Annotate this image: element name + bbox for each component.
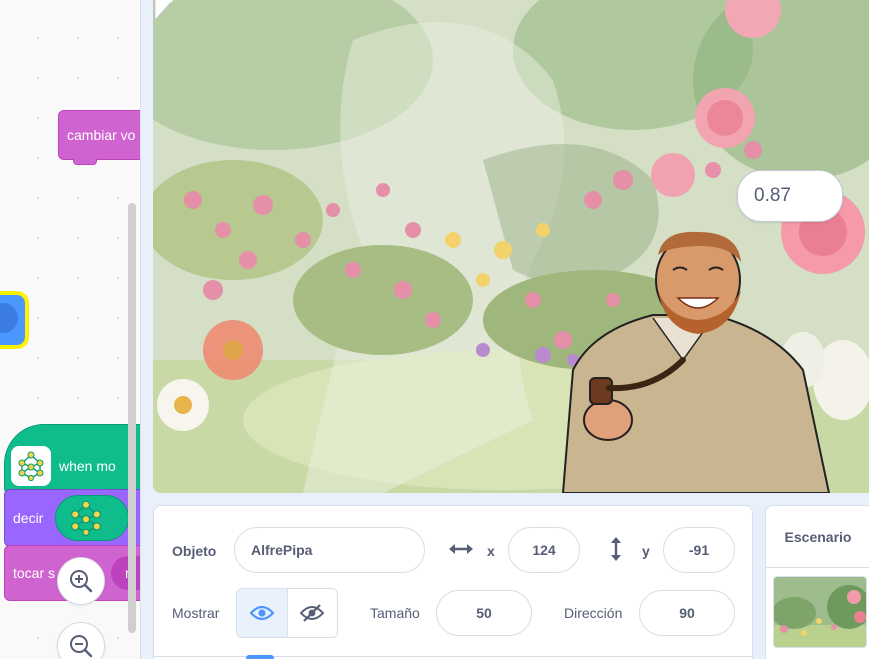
y-value: -91 <box>688 542 710 558</box>
ml-reporter-slot[interactable] <box>55 495 130 541</box>
show-label: Mostrar <box>172 605 220 621</box>
size-label: Tamaño <box>370 605 420 621</box>
pane-divider <box>140 0 153 659</box>
backdrop-thumbnail-image <box>774 577 866 647</box>
vertical-arrows-icon <box>611 537 621 561</box>
hide-sprite-button[interactable] <box>288 589 338 637</box>
speech-bubble-tail <box>154 0 174 22</box>
code-scrollbar[interactable] <box>128 203 136 633</box>
zoom-out-button[interactable] <box>57 622 105 659</box>
ml-network-icon <box>11 446 51 486</box>
sprite-thumbnail-edge[interactable] <box>246 655 274 659</box>
block-label: when mo <box>59 458 116 474</box>
show-sprite-button[interactable] <box>237 589 288 637</box>
selected-motion-block[interactable] <box>0 295 25 345</box>
block-label: tocar s <box>13 565 56 581</box>
garden-backdrop <box>153 0 869 493</box>
block-label: cambiar vo <box>67 127 136 143</box>
stage-canvas[interactable]: 0.87 <box>153 0 869 493</box>
zoom-out-icon <box>70 635 93 658</box>
code-area[interactable]: cambiar vo when mo decir tocar s <box>0 0 141 659</box>
eye-slash-icon <box>300 604 325 622</box>
sprite-name-input[interactable]: AlfrePipa <box>234 527 425 573</box>
change-volume-block[interactable]: cambiar vo <box>58 110 141 165</box>
zoom-in-button[interactable] <box>57 557 105 605</box>
ml-network-icon <box>71 500 102 536</box>
size-input[interactable]: 50 <box>436 590 532 636</box>
stage-selector-title: Escenario <box>766 506 869 568</box>
x-position-input[interactable]: 124 <box>508 527 580 573</box>
sound-menu[interactable]: m <box>111 556 141 590</box>
backdrop-thumbnail[interactable] <box>773 576 867 648</box>
x-value: 124 <box>532 542 556 558</box>
visibility-toggle <box>236 588 338 638</box>
direction-label: Dirección <box>564 605 623 621</box>
sprite-name-value: AlfrePipa <box>251 542 313 558</box>
block-input <box>0 303 18 333</box>
sprite-label: Objeto <box>172 543 217 559</box>
y-label: y <box>642 543 650 559</box>
stage-selector[interactable]: Escenario <box>765 505 869 659</box>
direction-input[interactable]: 90 <box>639 590 735 636</box>
say-block[interactable]: decir <box>4 489 141 547</box>
horizontal-arrows-icon <box>449 544 473 554</box>
eye-icon <box>249 605 274 621</box>
x-label: x <box>487 543 495 559</box>
speech-text: 0.87 <box>754 185 791 206</box>
when-model-hat-block[interactable]: when mo <box>4 424 141 494</box>
block-label: decir <box>13 510 44 526</box>
speech-bubble: 0.87 <box>737 170 843 222</box>
sprite-info-pane: Objeto AlfrePipa x 124 y -91 Mostrar Tam… <box>153 505 753 659</box>
zoom-in-icon <box>70 570 93 593</box>
size-value: 50 <box>476 605 492 621</box>
y-position-input[interactable]: -91 <box>663 527 735 573</box>
direction-value: 90 <box>679 605 695 621</box>
